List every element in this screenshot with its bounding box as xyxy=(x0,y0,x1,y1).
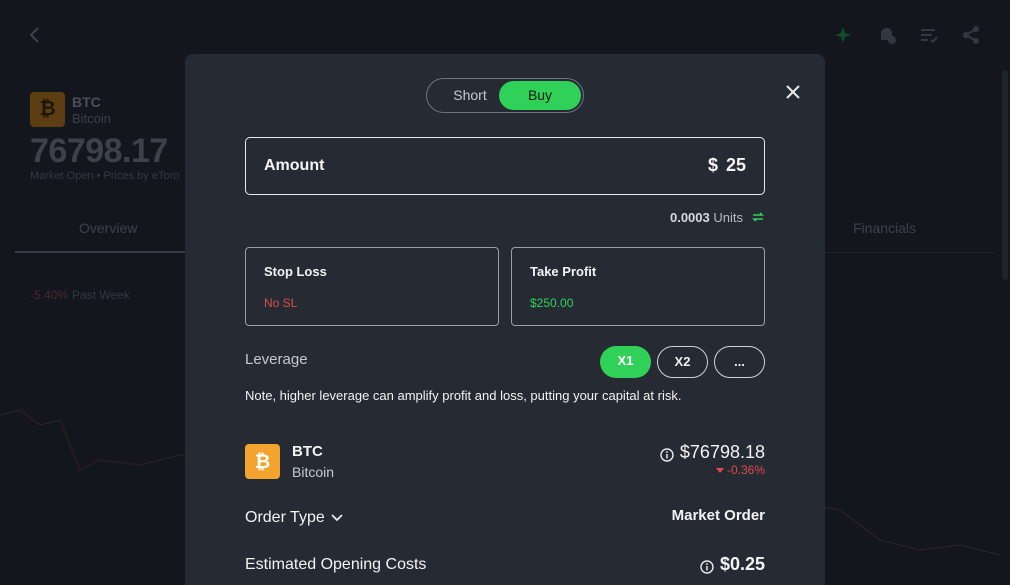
instrument-price: $76798.18 xyxy=(660,442,765,463)
chevron-down-icon xyxy=(331,514,343,522)
leverage-more-button[interactable]: ... xyxy=(714,346,765,378)
bitcoin-logo-icon: ₿ xyxy=(245,444,280,479)
take-profit-title: Take Profit xyxy=(530,264,597,279)
units-label: Units xyxy=(713,210,743,225)
order-type-value: Market Order xyxy=(671,507,765,524)
swap-icon[interactable] xyxy=(751,210,765,224)
stop-loss-title: Stop Loss xyxy=(264,264,327,279)
instrument-name: Bitcoin xyxy=(292,464,335,480)
buy-option[interactable]: Buy xyxy=(499,81,581,110)
instrument-symbol: BTC xyxy=(292,443,323,460)
units-value: 0.0003 xyxy=(669,210,710,225)
take-profit-value: $250.00 xyxy=(530,296,574,310)
amount-value[interactable]: $25 xyxy=(708,155,746,176)
direction-toggle: Short Buy xyxy=(426,78,584,113)
leverage-x2-button[interactable]: X2 xyxy=(657,346,708,378)
order-type-label: Order Type xyxy=(245,509,325,526)
instrument-price-value: $76798.18 xyxy=(679,442,765,462)
instrument-change-value: -0.36% xyxy=(726,463,765,477)
amount-label: Amount xyxy=(264,157,325,174)
stop-loss-value: No SL xyxy=(264,296,298,310)
info-icon[interactable] xyxy=(700,558,714,574)
estimated-costs: $0.25 xyxy=(700,554,765,575)
leverage-label: Leverage xyxy=(245,351,308,368)
amount-input[interactable]: Amount $25 xyxy=(245,137,765,195)
currency-symbol: $ xyxy=(707,155,718,175)
order-type-dropdown[interactable]: Order Type xyxy=(245,509,343,527)
stop-loss-button[interactable]: Stop Loss No SL xyxy=(245,247,499,326)
close-icon[interactable] xyxy=(783,82,803,102)
leverage-x1-button[interactable]: X1 xyxy=(600,346,651,378)
amount-number: 25 xyxy=(725,155,746,175)
units-row: 0.0003 Units xyxy=(245,210,765,225)
trade-modal: Short Buy Amount $25 0.0003 Units Stop L… xyxy=(185,54,825,585)
leverage-note: Note, higher leverage can amplify profit… xyxy=(245,388,682,403)
estimated-costs-label: Estimated Opening Costs xyxy=(245,556,427,573)
svg-text:₿: ₿ xyxy=(255,451,270,473)
instrument-change: -0.36% xyxy=(715,463,765,477)
estimated-costs-value: $0.25 xyxy=(719,554,765,574)
take-profit-button[interactable]: Take Profit $250.00 xyxy=(511,247,765,326)
short-option[interactable]: Short xyxy=(435,79,505,111)
down-caret-icon xyxy=(715,468,724,473)
info-icon[interactable] xyxy=(660,446,674,462)
